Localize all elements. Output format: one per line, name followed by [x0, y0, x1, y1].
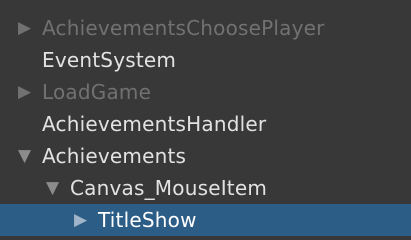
- hierarchy-panel: ▶ AchievementsChoosePlayer EventSystem ▶…: [0, 0, 411, 240]
- hierarchy-item-event-system[interactable]: EventSystem: [0, 44, 411, 76]
- hierarchy-item-achievements-handler[interactable]: AchievementsHandler: [0, 108, 411, 140]
- hierarchy-item-canvas-mouse-item[interactable]: ▼ Canvas_MouseItem: [0, 172, 411, 204]
- collapse-arrow-icon[interactable]: ▼: [46, 172, 70, 204]
- item-label: TitleShow: [98, 208, 197, 232]
- expand-arrow-icon[interactable]: ▶: [74, 204, 98, 236]
- item-label: EventSystem: [42, 48, 177, 72]
- item-label: Canvas_MouseItem: [70, 176, 268, 200]
- item-label: AchievementsChoosePlayer: [42, 16, 325, 40]
- expand-arrow-icon[interactable]: ▶: [18, 76, 42, 108]
- hierarchy-item-load-game[interactable]: ▶ LoadGame: [0, 76, 411, 108]
- hierarchy-item-achievements-choose-player[interactable]: ▶ AchievementsChoosePlayer: [0, 12, 411, 44]
- expand-arrow-icon[interactable]: ▶: [18, 12, 42, 44]
- item-label: Achievements: [42, 144, 187, 168]
- collapse-arrow-icon[interactable]: ▼: [18, 140, 42, 172]
- hierarchy-item-achievements[interactable]: ▼ Achievements: [0, 140, 411, 172]
- hierarchy-item-title-show[interactable]: ▶ TitleShow: [0, 204, 411, 236]
- item-label: AchievementsHandler: [42, 112, 267, 136]
- item-label: LoadGame: [42, 80, 152, 104]
